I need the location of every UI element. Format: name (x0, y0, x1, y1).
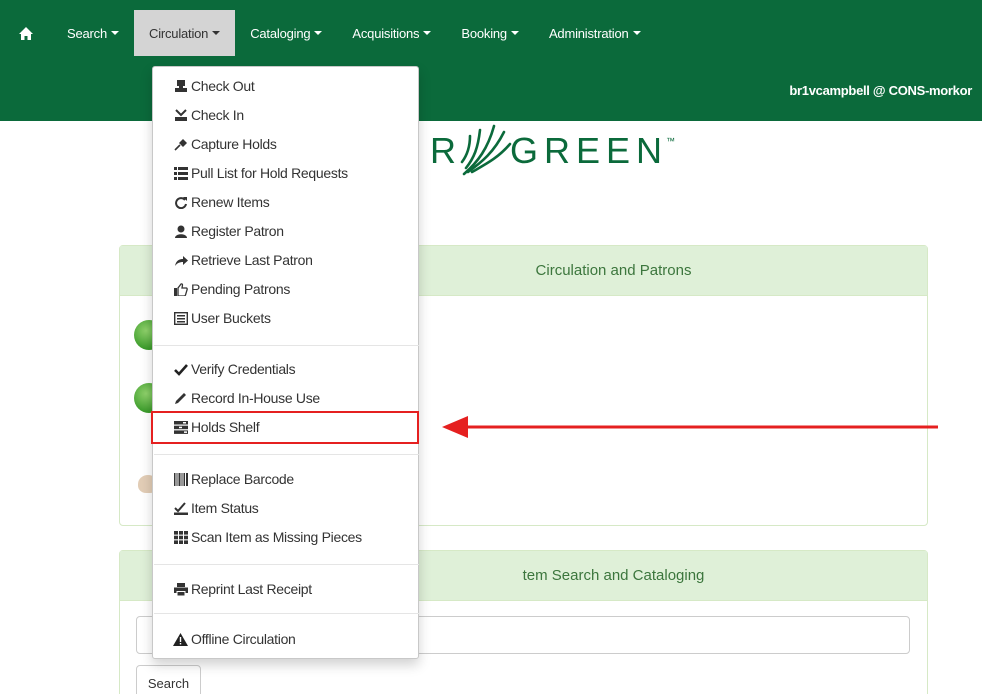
menu-item-holds-shelf[interactable]: Holds Shelf (153, 415, 418, 439)
tasks-icon (173, 420, 188, 434)
caret-down-icon (632, 31, 641, 35)
menu-item-label: Scan Item as Missing Pieces (191, 529, 362, 545)
caret-down-icon (212, 31, 221, 35)
barcode-icon (173, 472, 188, 486)
menu-item-label: Pull List for Hold Requests (191, 165, 348, 181)
checkin-icon (173, 108, 188, 122)
menu-divider (154, 613, 419, 614)
list-icon (173, 166, 188, 180)
ok-icon (173, 362, 188, 376)
pointer-arrow-icon (442, 416, 938, 438)
menu-item-pending-patrons[interactable]: Pending Patrons (153, 277, 418, 301)
circulation-dropdown-menu: Check Out Check In Capture Holds Pull Li… (152, 66, 419, 659)
nav-search-label: Search (67, 25, 107, 41)
logo-trademark: ™ (666, 136, 676, 146)
logo-text: R (430, 130, 462, 171)
caret-down-icon (510, 31, 519, 35)
pushpin-icon (173, 137, 188, 151)
nav-acquisitions-label: Acquisitions (352, 25, 420, 41)
status-icon (173, 501, 188, 515)
list-alt-icon (173, 311, 188, 325)
caret-down-icon (423, 31, 432, 35)
search-button[interactable]: Search (136, 665, 201, 694)
menu-item-verify-credentials[interactable]: Verify Credentials (153, 357, 418, 381)
print-icon (173, 582, 188, 596)
nav-row: Search Circulation Cataloging Acquisitio… (0, 10, 982, 56)
menu-item-label: Verify Credentials (191, 361, 296, 377)
nav-cataloging-label: Cataloging (250, 25, 311, 41)
home-icon[interactable] (0, 10, 52, 56)
menu-divider (154, 564, 419, 565)
menu-item-retrieve-last-patron[interactable]: Retrieve Last Patron (153, 248, 418, 272)
user-icon (173, 224, 188, 238)
menu-item-label: Capture Holds (191, 136, 277, 152)
checkout-icon (173, 79, 188, 93)
menu-item-reprint-last-receipt[interactable]: Reprint Last Receipt (153, 577, 418, 601)
menu-item-item-status[interactable]: Item Status (153, 496, 418, 520)
menu-divider (154, 345, 419, 346)
menu-item-replace-barcode[interactable]: Replace Barcode (153, 467, 418, 491)
menu-item-label: Reprint Last Receipt (191, 581, 312, 597)
menu-item-label: Holds Shelf (191, 419, 260, 435)
nav-booking-label: Booking (461, 25, 507, 41)
menu-item-label: Retrieve Last Patron (191, 252, 313, 268)
menu-item-record-in-house-use[interactable]: Record In-House Use (153, 386, 418, 410)
menu-item-label: Record In-House Use (191, 390, 320, 406)
menu-item-capture-holds[interactable]: Capture Holds (153, 132, 418, 156)
caret-down-icon (314, 31, 323, 35)
logo-leaf-icon (460, 124, 512, 176)
menu-item-check-out[interactable]: Check Out (153, 74, 418, 98)
menu-item-scan-missing-pieces[interactable]: Scan Item as Missing Pieces (153, 525, 418, 549)
nav-administration[interactable]: Administration (534, 10, 656, 56)
nav-acquisitions[interactable]: Acquisitions (337, 10, 446, 56)
menu-divider (154, 454, 419, 455)
menu-item-offline-circulation[interactable]: Offline Circulation (153, 627, 418, 651)
menu-item-renew-items[interactable]: Renew Items (153, 190, 418, 214)
th-icon (173, 530, 188, 544)
menu-item-label: Replace Barcode (191, 471, 294, 487)
menu-item-label: Pending Patrons (191, 281, 291, 297)
user-label[interactable]: br1vcampbell @ CONS-morkor (789, 83, 972, 98)
nav-circulation[interactable]: Circulation (134, 10, 236, 56)
caret-down-icon (111, 31, 119, 35)
nav-circulation-label: Circulation (149, 25, 209, 41)
menu-item-label: Renew Items (191, 194, 270, 210)
page: Search Circulation Cataloging Acquisitio… (0, 0, 982, 694)
menu-item-user-buckets[interactable]: User Buckets (153, 306, 418, 330)
pencil-icon (173, 391, 188, 405)
nav-administration-label: Administration (548, 25, 629, 41)
nav-booking[interactable]: Booking (446, 10, 534, 56)
menu-item-label: Register Patron (191, 223, 284, 239)
share-arrow-icon (173, 253, 188, 267)
thumbs-up-icon (173, 282, 188, 296)
nav-search[interactable]: Search (52, 10, 134, 56)
menu-item-register-patron[interactable]: Register Patron (153, 219, 418, 243)
evergreen-logo: R GREEN ™ (430, 118, 675, 184)
menu-item-label: Item Status (191, 500, 259, 516)
menu-item-check-in[interactable]: Check In (153, 103, 418, 127)
menu-item-label: Check In (191, 107, 244, 123)
menu-item-label: Check Out (191, 78, 255, 94)
menu-item-pull-list[interactable]: Pull List for Hold Requests (153, 161, 418, 185)
alert-icon (173, 632, 188, 646)
refresh-icon (173, 195, 188, 209)
nav-cataloging[interactable]: Cataloging (235, 10, 337, 56)
logo-text-green: GREEN (510, 130, 669, 171)
menu-item-label: User Buckets (191, 310, 271, 326)
menu-item-label: Offline Circulation (191, 631, 296, 647)
